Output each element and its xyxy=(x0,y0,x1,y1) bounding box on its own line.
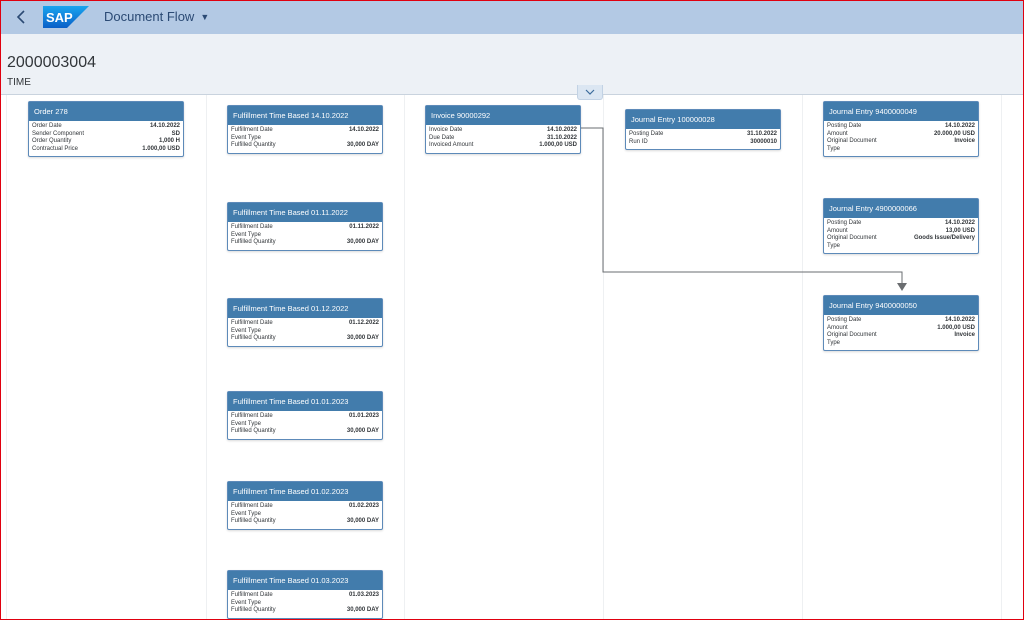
sap-logo[interactable]: SAP xyxy=(43,6,89,28)
node-title: Order 278 xyxy=(29,102,183,121)
page-subtitle: TIME xyxy=(7,77,31,88)
node-field-row: Posting Date 31.10.2022 xyxy=(629,131,777,137)
node-journal-entry[interactable]: Journal Entry 9400000049 Posting Date 14.… xyxy=(823,101,979,157)
node-field-row: Posting Date 14.10.2022 xyxy=(827,317,975,323)
node-field-row: Event Type xyxy=(231,599,261,606)
node-field-row: Amount 20.000,00 USD xyxy=(827,130,975,137)
node-field-row: Posting Date 14.10.2022 xyxy=(827,220,975,226)
chevron-down-icon xyxy=(585,89,595,95)
node-field-row: Type xyxy=(827,145,841,152)
node-title: Fulfillment Time Based 01.02.2023 xyxy=(228,482,382,501)
node-field-row: Fulfillment Date 01.11.2022 xyxy=(231,224,379,230)
lane-separator xyxy=(603,95,604,620)
collapse-header-button[interactable] xyxy=(577,85,603,100)
node-invoice[interactable]: Invoice 90000292 Invoice Date 14.10.2022 … xyxy=(425,105,581,154)
node-field-row: Fulfilled Quantity 30,000 DAY xyxy=(231,335,379,341)
shell-bar: SAP Document Flow ▼ xyxy=(0,0,1024,34)
node-field-row: Amount 13,00 USD xyxy=(827,227,975,234)
app-title: Document Flow xyxy=(104,9,195,24)
node-title: Fulfillment Time Based 01.03.2023 xyxy=(228,571,382,590)
node-field-row: Sender Component SD xyxy=(32,130,180,137)
node-field-row: Event Type xyxy=(231,231,261,238)
svg-text:SAP: SAP xyxy=(46,10,73,25)
node-field-row: Type xyxy=(827,242,841,249)
node-fulfillment[interactable]: Fulfillment Time Based 01.12.2022 Fulfil… xyxy=(227,298,383,347)
node-title: Fulfillment Time Based 01.11.2022 xyxy=(228,203,382,222)
lane-separator xyxy=(802,95,803,620)
node-title: Journal Entry 9400000050 xyxy=(824,296,978,315)
caret-down-icon: ▼ xyxy=(200,11,210,22)
lane-separator xyxy=(1001,95,1002,620)
node-field-row: Fulfilled Quantity 30,000 DAY xyxy=(231,428,379,434)
node-field-row: Due Date 31.10.2022 xyxy=(429,134,577,141)
node-fulfillment[interactable]: Fulfillment Time Based 01.11.2022 Fulfil… xyxy=(227,202,383,251)
node-title: Fulfillment Time Based 01.01.2023 xyxy=(228,392,382,411)
node-field-row: Fulfillment Date 14.10.2022 xyxy=(231,127,379,133)
node-title: Journal Entry 9400000049 xyxy=(824,102,978,121)
node-order[interactable]: Order 278 Order Date 14.10.2022 Sender Co… xyxy=(28,101,184,157)
node-field-row: Order Date 14.10.2022 xyxy=(32,123,180,129)
node-field-row: Fulfilled Quantity 30,000 DAY xyxy=(231,607,379,613)
lane-separator xyxy=(6,95,7,620)
node-journal-entry[interactable]: Journal Entry 9400000050 Posting Date 14.… xyxy=(823,295,979,351)
node-fulfillment[interactable]: Fulfillment Time Based 01.01.2023 Fulfil… xyxy=(227,391,383,440)
node-title: Fulfillment Time Based 01.12.2022 xyxy=(228,299,382,318)
node-fulfillment[interactable]: Fulfillment Time Based 14.10.2022 Fulfil… xyxy=(227,105,383,154)
node-journal-entry[interactable]: Journal Entry 100000028 Posting Date 31.1… xyxy=(625,109,781,150)
object-header: 2000003004 TIME xyxy=(0,34,1024,95)
node-field-row: Posting Date 14.10.2022 xyxy=(827,123,975,129)
node-field-row: Fulfillment Date 01.12.2022 xyxy=(231,320,379,326)
node-field-row: Original Document Goods Issue/Delivery xyxy=(827,235,975,241)
node-field-row: Event Type xyxy=(231,327,261,334)
node-field-row: Amount 1.000,00 USD xyxy=(827,324,975,331)
lane-separator xyxy=(206,95,207,620)
node-title: Journal Entry 4900000066 xyxy=(824,199,978,218)
node-title: Journal Entry 100000028 xyxy=(626,110,780,129)
node-field-row: Contractual Price 1.000,00 USD xyxy=(32,145,180,152)
lane-separator xyxy=(404,95,405,620)
app-title-menu[interactable]: Document Flow ▼ xyxy=(104,9,209,24)
node-title: Invoice 90000292 xyxy=(426,106,580,125)
node-field-row: Order Quantity 1,000 H xyxy=(32,138,180,144)
node-fulfillment[interactable]: Fulfillment Time Based 01.03.2023 Fulfil… xyxy=(227,570,383,619)
node-field-row: Fulfillment Date 01.01.2023 xyxy=(231,413,379,419)
node-field-row: Fulfilled Quantity 30,000 DAY xyxy=(231,518,379,524)
node-field-row: Fulfilled Quantity 30,000 DAY xyxy=(231,239,379,245)
node-title: Fulfillment Time Based 14.10.2022 xyxy=(228,106,382,125)
node-field-row: Original Document Invoice xyxy=(827,138,975,144)
node-field-row: Event Type xyxy=(231,510,261,517)
node-field-row: Event Type xyxy=(231,420,261,427)
back-arrow-icon[interactable] xyxy=(12,8,30,26)
node-field-row: Event Type xyxy=(231,134,261,141)
node-field-row: Fulfillment Date 01.03.2023 xyxy=(231,592,379,598)
node-field-row: Type xyxy=(827,339,841,346)
node-field-row: Fulfillment Date 01.02.2023 xyxy=(231,503,379,509)
page-title: 2000003004 xyxy=(7,54,96,71)
node-journal-entry[interactable]: Journal Entry 4900000066 Posting Date 14.… xyxy=(823,198,979,254)
node-field-row: Invoice Date 14.10.2022 xyxy=(429,127,577,133)
node-field-row: Invoiced Amount 1.000,00 USD xyxy=(429,142,577,148)
node-field-row: Original Document Invoice xyxy=(827,332,975,338)
node-field-row: Fulfilled Quantity 30,000 DAY xyxy=(231,142,379,148)
node-fulfillment[interactable]: Fulfillment Time Based 01.02.2023 Fulfil… xyxy=(227,481,383,530)
node-field-row: Run ID 30000010 xyxy=(629,138,777,145)
